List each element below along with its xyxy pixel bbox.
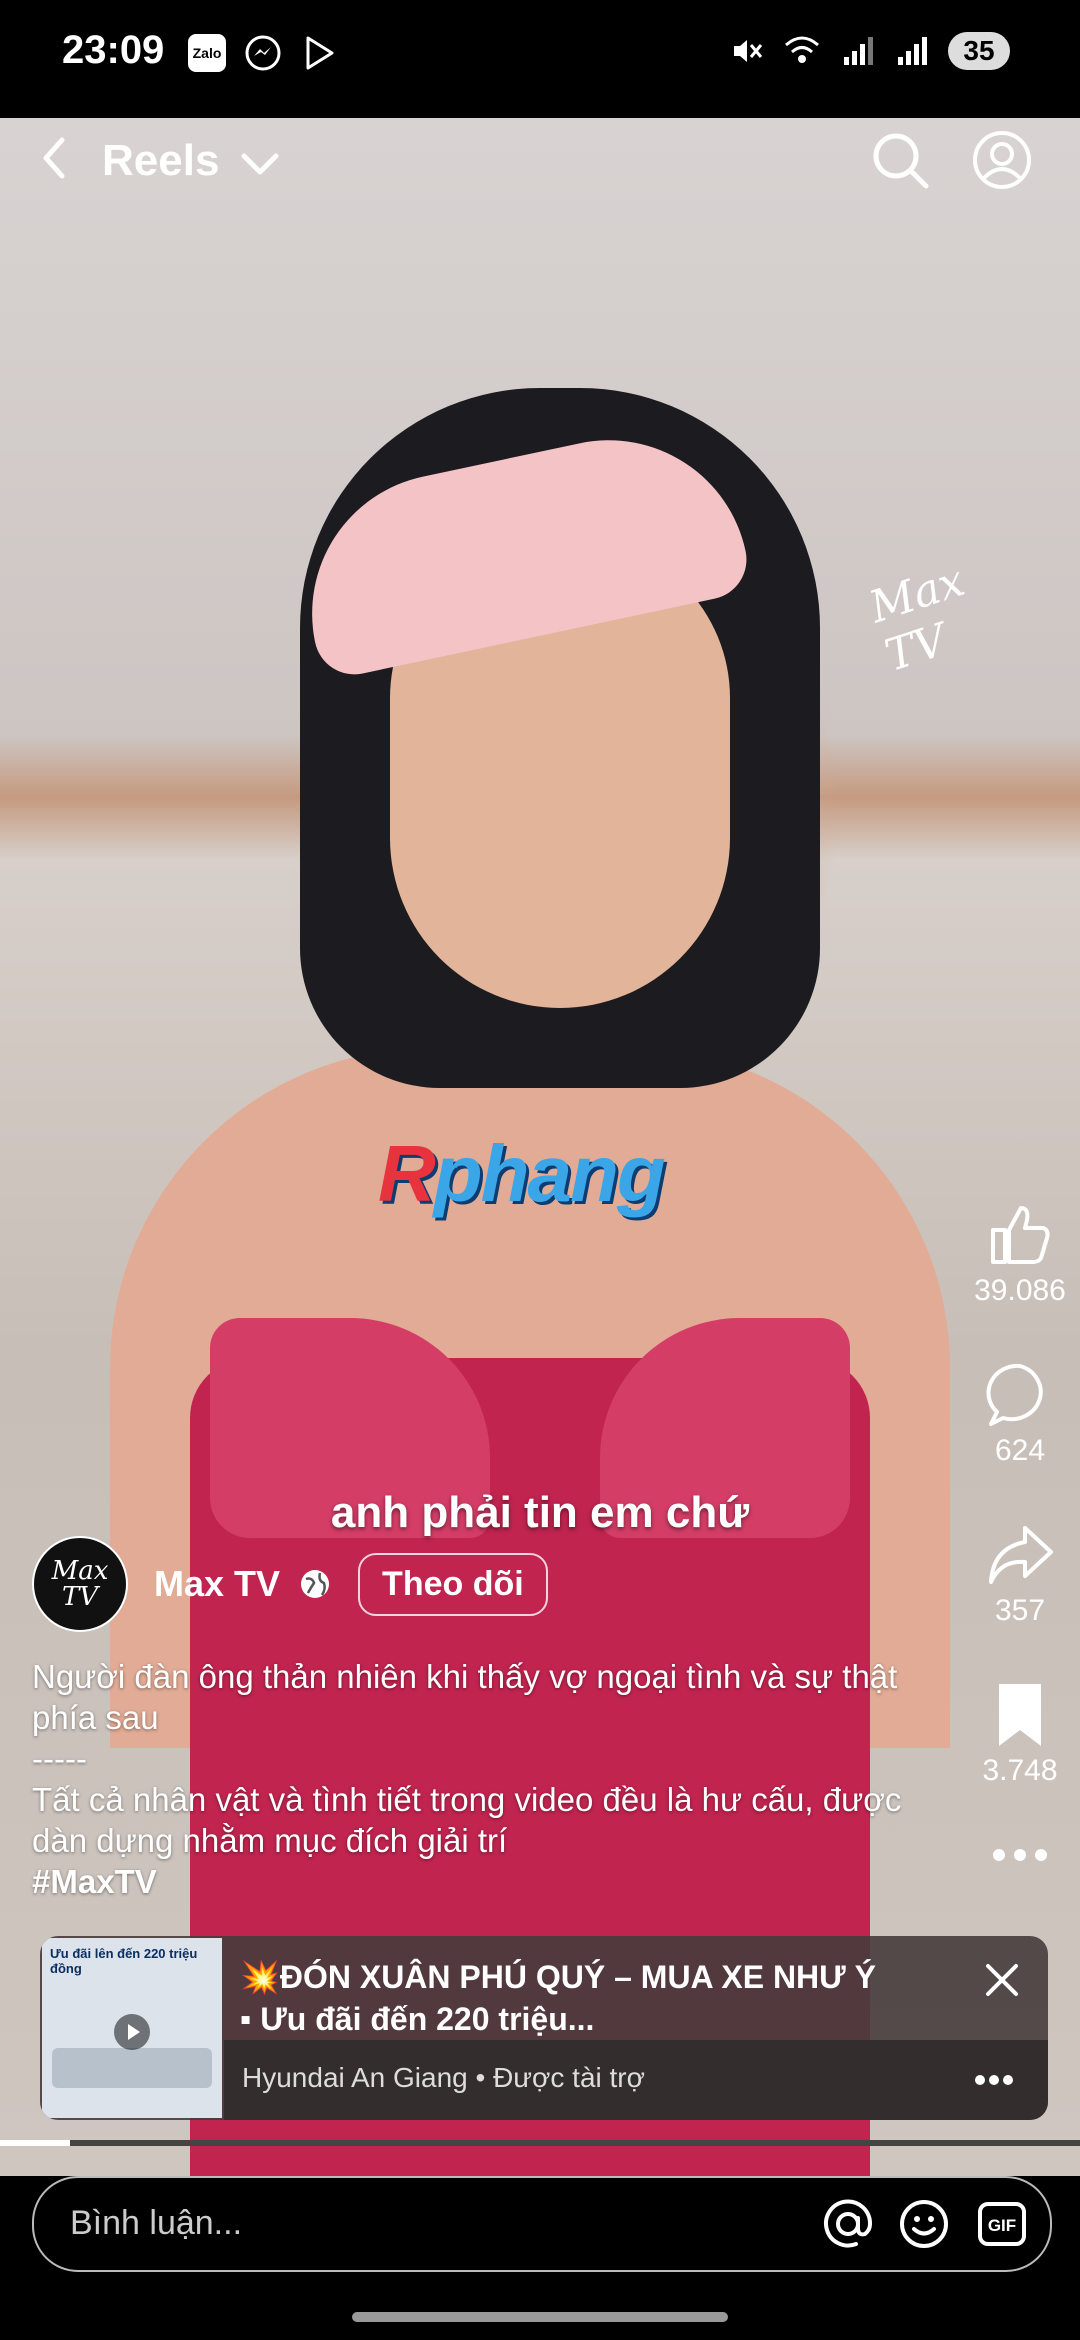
back-button[interactable] bbox=[28, 130, 84, 186]
comment-placeholder: Bình luận... bbox=[70, 2204, 243, 2242]
search-button[interactable] bbox=[868, 128, 932, 192]
wifi-icon bbox=[785, 36, 819, 63]
play-icon bbox=[114, 2014, 150, 2050]
ad-close-button[interactable] bbox=[980, 1958, 1024, 2002]
save-button[interactable]: 3.748 bbox=[960, 1680, 1080, 1788]
ad-headline: 💥ĐÓN XUÂN PHÚ QUÝ – MUA XE NHƯ Ý ▪ Ưu đã… bbox=[240, 1956, 960, 2040]
smiley-icon bbox=[900, 2200, 948, 2248]
sponsored-ad-card[interactable]: Ưu đãi lên đến 220 triệu đồng 💥ĐÓN XUÂN … bbox=[40, 1936, 1048, 2120]
video-progress-fill bbox=[0, 2140, 71, 2146]
caption-separator: ----- bbox=[32, 1740, 87, 1777]
watermark-rphang-initial: R bbox=[378, 1129, 436, 1218]
chevron-left-icon bbox=[43, 137, 65, 179]
close-icon bbox=[986, 1964, 1018, 1996]
ad-thumbnail[interactable]: Ưu đãi lên đến 220 triệu đồng bbox=[42, 1938, 222, 2118]
signal-icon-1 bbox=[844, 37, 873, 65]
ad-thumbnail-text: Ưu đãi lên đến 220 triệu đồng bbox=[50, 1946, 198, 1976]
reels-title[interactable]: Reels bbox=[102, 136, 219, 186]
ad-thumbnail-cars bbox=[52, 2048, 212, 2088]
zalo-icon: Zalo bbox=[188, 34, 226, 72]
messenger-icon bbox=[244, 34, 282, 72]
mute-icon bbox=[734, 40, 763, 62]
bookmark-icon bbox=[999, 1684, 1041, 1746]
video-subtitle: anh phải tin em chứ bbox=[330, 1488, 750, 1537]
comment-count: 624 bbox=[994, 1434, 1046, 1467]
more-options-button[interactable] bbox=[960, 1840, 1080, 1870]
status-time: 23:09 bbox=[62, 28, 165, 72]
ad-footer: Hyundai An Giang • Được tài trợ bbox=[224, 2040, 1048, 2120]
reel-caption[interactable]: Người đàn ông thản nhiên khi thấy vợ ngo… bbox=[32, 1656, 912, 1902]
comment-bubble-icon bbox=[986, 1363, 1043, 1426]
watermark-rphang: Rphang bbox=[378, 1129, 666, 1218]
like-count: 39.086 bbox=[974, 1274, 1066, 1307]
at-sign-icon bbox=[824, 2199, 873, 2248]
play-store-icon bbox=[300, 34, 338, 72]
ad-sponsor-label[interactable]: Hyundai An Giang • Được tài trợ bbox=[242, 2062, 645, 2094]
video-progress-bar[interactable] bbox=[0, 2140, 1080, 2146]
signal-icon-2 bbox=[898, 37, 927, 65]
caption-line: Người đàn ông thản nhiên khi thấy vợ ngo… bbox=[32, 1658, 898, 1736]
gif-button[interactable]: GIF bbox=[976, 2198, 1028, 2250]
like-button[interactable]: 39.086 bbox=[960, 1200, 1080, 1308]
save-count: 3.748 bbox=[982, 1754, 1058, 1787]
comment-button[interactable]: 624 bbox=[960, 1360, 1080, 1468]
svg-text:GIF: GIF bbox=[988, 2216, 1016, 2235]
emoji-button[interactable] bbox=[898, 2198, 950, 2250]
ad-more-button[interactable] bbox=[970, 2060, 1018, 2100]
more-horizontal-icon bbox=[975, 2075, 1013, 2085]
avatar[interactable]: Max TV bbox=[32, 1536, 128, 1632]
profile-button[interactable] bbox=[970, 128, 1034, 192]
author-row: Max TV Max TV Theo dõi bbox=[32, 1536, 548, 1632]
caption-line: Tất cả nhân vật và tình tiết trong video… bbox=[32, 1781, 902, 1859]
chevron-down-icon bbox=[241, 153, 279, 175]
battery-indicator: 35 bbox=[948, 32, 1010, 70]
author-name[interactable]: Max TV bbox=[154, 1563, 280, 1605]
status-bar: 23:09 Zalo 35 bbox=[0, 0, 1080, 118]
ad-headline-line: ▪ Ưu đãi đến 220 triệu... bbox=[240, 2001, 595, 2037]
status-app-icons: Zalo bbox=[188, 34, 338, 72]
status-right: 35 bbox=[728, 32, 1010, 70]
profile-icon bbox=[973, 131, 1031, 189]
share-count: 357 bbox=[994, 1594, 1046, 1627]
ad-headline-line: 💥ĐÓN XUÂN PHÚ QUÝ – MUA XE NHƯ Ý bbox=[240, 1959, 876, 1995]
follow-button[interactable]: Theo dõi bbox=[358, 1552, 548, 1616]
home-indicator[interactable] bbox=[352, 2312, 728, 2322]
reels-dropdown-button[interactable] bbox=[232, 134, 288, 190]
more-horizontal-icon bbox=[993, 1849, 1047, 1861]
comment-input[interactable]: Bình luận... GIF bbox=[32, 2176, 1052, 2272]
gif-icon: GIF bbox=[978, 2202, 1026, 2246]
caption-hashtag[interactable]: #MaxTV bbox=[32, 1861, 912, 1902]
mention-button[interactable] bbox=[822, 2198, 874, 2250]
globe-icon bbox=[301, 1570, 330, 1598]
search-icon bbox=[873, 133, 929, 189]
thumbs-up-icon bbox=[991, 1206, 1050, 1264]
reels-header: Reels bbox=[0, 118, 1080, 268]
